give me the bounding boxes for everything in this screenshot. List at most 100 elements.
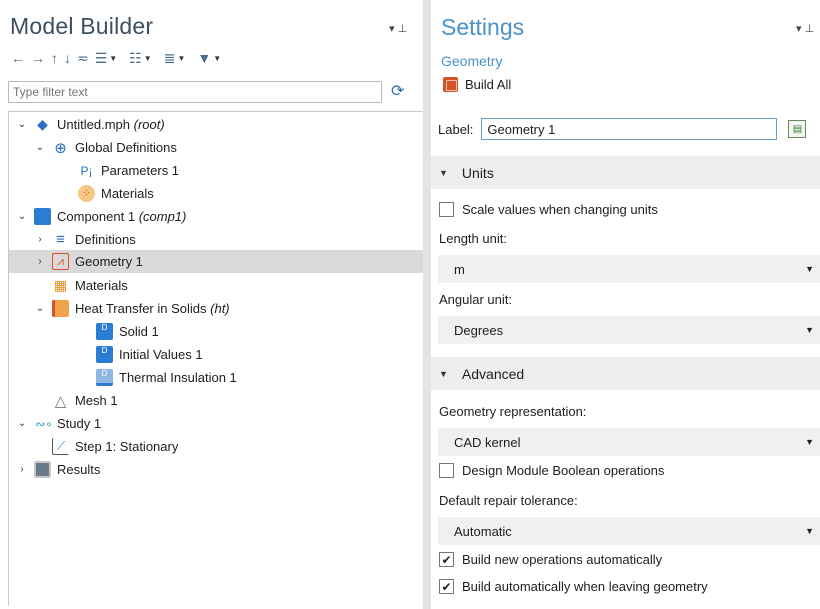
tree-node-mesh[interactable]: △ Mesh 1: [52, 389, 118, 412]
build-leaving-checkbox[interactable]: ✔ Build automatically when leaving geome…: [439, 579, 708, 594]
chevron-right-icon[interactable]: ›: [34, 234, 46, 245]
section-advanced-header[interactable]: ▼ Advanced: [431, 357, 820, 390]
tree-node-component[interactable]: ⌄ Component 1 (comp1): [16, 205, 186, 228]
tree-node-initial-values[interactable]: D Initial Values 1: [96, 343, 203, 366]
label-edit-icon[interactable]: ▤: [788, 120, 807, 138]
chevron-down-icon[interactable]: ⌄: [16, 418, 28, 429]
chevron-down-icon[interactable]: ⌄: [34, 303, 46, 314]
label-caption: Label:: [438, 121, 474, 137]
section-units-header[interactable]: ▼ Units: [431, 156, 820, 189]
label-field[interactable]: Geometry 1: [481, 118, 778, 140]
node-label: Global Definitions: [75, 140, 177, 155]
refresh-icon[interactable]: ⟳: [391, 81, 404, 101]
checkmark-icon[interactable]: ✔: [439, 552, 454, 567]
checkbox-empty-icon[interactable]: [439, 463, 454, 478]
mph-file-icon: ◆: [37, 116, 48, 132]
build-leaving-label: Build automatically when leaving geometr…: [462, 579, 708, 594]
parameters-icon: P¡: [80, 163, 93, 178]
design-module-label: Design Module Boolean operations: [462, 463, 665, 478]
down-arrow-icon[interactable]: ↓: [61, 48, 74, 68]
node-label: Solid 1: [119, 324, 159, 339]
expand-icon[interactable]: ☷ ▼: [126, 48, 154, 68]
panel-menu-pin[interactable]: ▾ ⊥: [796, 22, 814, 35]
back-arrow-icon[interactable]: ←: [8, 48, 28, 68]
tree-node-definitions[interactable]: › ≡ Definitions: [34, 228, 136, 251]
forward-arrow-icon[interactable]: →: [28, 48, 48, 68]
tree-node-component-materials[interactable]: ▦ Materials: [52, 274, 128, 297]
node-label: Initial Values 1: [119, 347, 203, 362]
up-arrow-icon[interactable]: ↑: [48, 48, 61, 68]
tree-node-study[interactable]: ⌄ ∾∘ Study 1: [16, 412, 101, 435]
model-builder-panel: Model Builder ▾ ⊥ ← → ↑ ↓ ≂ ☰ ▼ ☷ ▼ ≣ ▼ ▼ ▼ …: [0, 0, 423, 609]
globe-icon: ⊕: [54, 139, 67, 157]
settings-panel: Settings ▾ ⊥ Geometry Build All Label: G…: [431, 0, 820, 609]
node-tag: (comp1): [138, 209, 187, 224]
dropdown-arrow-icon: ▼: [805, 325, 814, 335]
length-unit-select[interactable]: m ▼: [438, 255, 820, 283]
length-unit-value: m: [454, 261, 465, 277]
panel-menu-pin[interactable]: ▾ ⊥: [389, 22, 407, 35]
solid-domain-icon: D: [96, 323, 113, 340]
model-builder-toolbar: ← → ↑ ↓ ≂ ☰ ▼ ☷ ▼ ≣ ▼ ▼ ▼: [8, 47, 224, 69]
node-label: Parameters 1: [101, 163, 180, 178]
build-new-ops-checkbox[interactable]: ✔ Build new operations automatically: [439, 552, 662, 567]
materials-icon: ⁘: [78, 185, 95, 202]
settings-title: Settings: [441, 14, 525, 40]
stationary-step-icon: ⟋: [52, 438, 69, 455]
geometry-rep-select[interactable]: CAD kernel ▼: [438, 428, 820, 456]
scale-values-checkbox[interactable]: Scale values when changing units: [439, 202, 658, 217]
dropdown-arrow-icon: ▼: [805, 526, 814, 536]
geometry-icon: ⩘: [52, 253, 69, 270]
tree-node-solid[interactable]: D Solid 1: [96, 320, 159, 343]
results-icon: [34, 461, 51, 478]
pin-icon[interactable]: ⊥: [805, 23, 815, 35]
tree-node-thermal-insulation[interactable]: D Thermal Insulation 1: [96, 366, 237, 389]
design-module-checkbox[interactable]: Design Module Boolean operations: [439, 463, 664, 478]
node-tag: (ht): [210, 301, 230, 316]
node-label: Geometry 1: [75, 254, 143, 269]
label-row: Label: Geometry 1 ▤: [438, 118, 807, 140]
checkmark-icon[interactable]: ✔: [439, 579, 454, 594]
node-label: Mesh 1: [75, 393, 118, 408]
tree-node-results[interactable]: › Results: [16, 458, 100, 481]
tree-node-root[interactable]: ⌄ ◆ Untitled.mph (root): [16, 113, 165, 136]
geometry-rep-value: CAD kernel: [454, 434, 521, 450]
chevron-right-icon[interactable]: ›: [16, 464, 28, 475]
angular-unit-select[interactable]: Degrees ▼: [438, 316, 820, 344]
node-label: Untitled.mph: [57, 117, 130, 132]
tree-node-parameters[interactable]: P¡ Parameters 1: [78, 159, 180, 182]
pin-icon[interactable]: ⊥: [398, 23, 408, 35]
checkbox-empty-icon[interactable]: [439, 202, 454, 217]
thermal-insulation-icon: D: [96, 369, 113, 386]
build-all-button[interactable]: Build All: [443, 77, 511, 92]
node-label: Definitions: [75, 232, 136, 247]
tree-node-global-definitions[interactable]: ⌄ ⊕ Global Definitions: [34, 136, 177, 159]
mesh-icon: △: [54, 392, 67, 410]
dropdown-arrow-icon: ▼: [805, 437, 814, 447]
chevron-down-icon[interactable]: ⌄: [16, 211, 28, 222]
tree-node-stationary-step[interactable]: ⟋ Step 1: Stationary: [52, 435, 178, 458]
angular-unit-value: Degrees: [454, 322, 504, 338]
repair-tolerance-value: Automatic: [454, 523, 512, 539]
node-label: Step 1: Stationary: [75, 439, 179, 454]
chevron-down-icon[interactable]: ⌄: [16, 119, 28, 130]
tree-node-heat-transfer[interactable]: ⌄ Heat Transfer in Solids (ht): [34, 297, 230, 320]
dropdown-arrow-icon: ▼: [805, 264, 814, 274]
view-icon[interactable]: ≣ ▼: [161, 48, 189, 68]
panel-splitter[interactable]: [423, 0, 431, 609]
node-label: Materials: [75, 278, 128, 293]
list-icon[interactable]: ☰ ▼: [92, 48, 120, 68]
build-all-icon: [443, 77, 458, 92]
chevron-right-icon[interactable]: ›: [34, 256, 46, 267]
filter-input[interactable]: [8, 81, 382, 103]
chevron-down-icon[interactable]: ⌄: [34, 142, 46, 153]
filter-icon[interactable]: ≂: [74, 48, 92, 68]
scale-values-label: Scale values when changing units: [462, 202, 658, 217]
repair-tolerance-select[interactable]: Automatic ▼: [438, 517, 820, 545]
tree-node-global-materials[interactable]: ⁘ Materials: [78, 182, 154, 205]
study-icon: ∾∘: [35, 416, 53, 431]
pin-tool-icon[interactable]: ▼ ▼: [194, 48, 224, 68]
collapse-triangle-icon: ▼: [439, 167, 448, 178]
tree-node-geometry[interactable]: › ⩘ Geometry 1: [9, 250, 423, 273]
node-label: Results: [57, 462, 101, 477]
